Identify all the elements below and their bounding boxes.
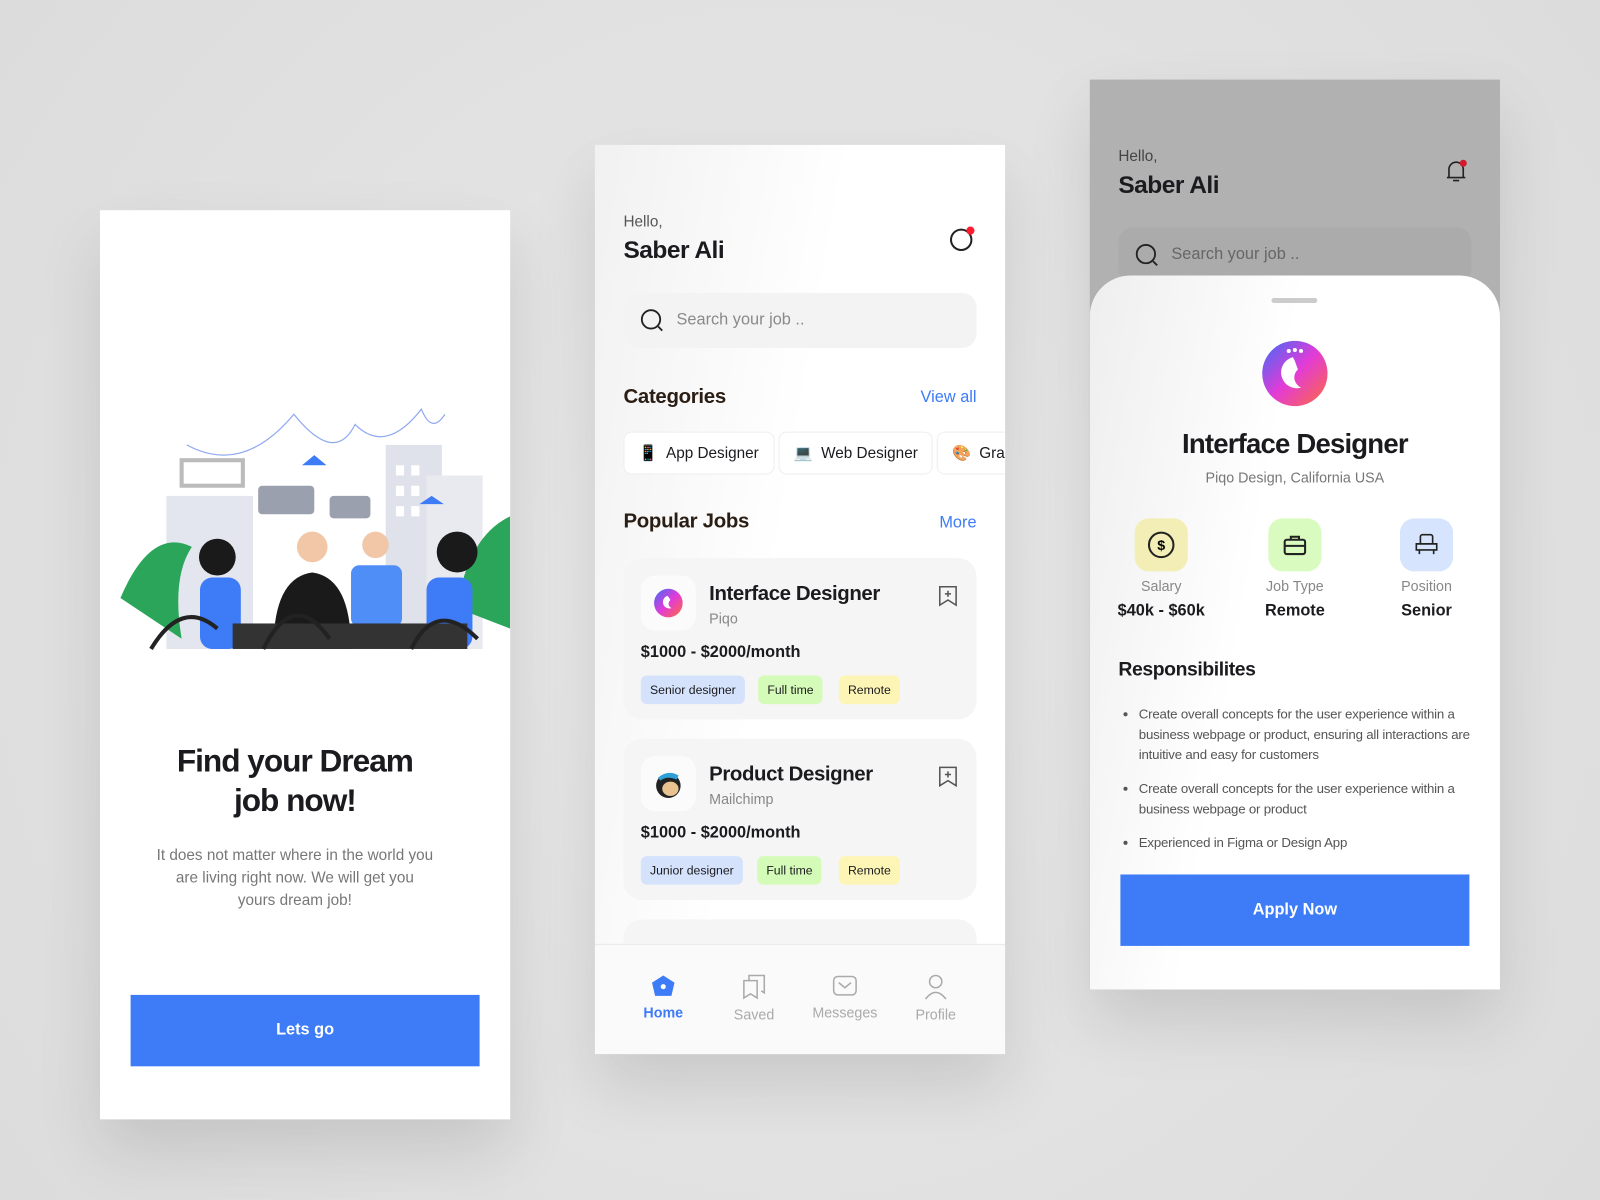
- nav-profile[interactable]: Profile: [900, 973, 971, 1022]
- job-company: Mailchimp: [709, 790, 774, 808]
- job-company-location: Piqo Design, California USA: [1205, 469, 1385, 486]
- onboarding-screen: Find your Dream job now! It does not mat…: [99, 210, 511, 1120]
- search-input[interactable]: Search your job ..: [1118, 227, 1472, 283]
- nav-saved[interactable]: Saved: [718, 973, 789, 1022]
- responsibility-item: Create overall concepts for the user exp…: [1139, 704, 1482, 765]
- mobile-phone-icon: 📱: [638, 444, 658, 463]
- category-label: App Designer: [666, 444, 759, 462]
- bookmark-add-icon[interactable]: [938, 765, 958, 788]
- search-input[interactable]: Search your job ..: [623, 292, 977, 348]
- responsibility-item: Create overall concepts for the user exp…: [1139, 779, 1482, 820]
- responsibilities-title: Responsibilites: [1118, 659, 1256, 681]
- dollar-icon: $: [1147, 531, 1175, 559]
- job-detail-sheet: Interface Designer Piqo Design, Californ…: [1089, 275, 1500, 990]
- drag-handle[interactable]: [1271, 297, 1318, 304]
- job-title: Product Designer: [709, 763, 873, 786]
- apply-now-button[interactable]: Apply Now: [1120, 874, 1470, 946]
- piqo-logo: [1262, 340, 1328, 407]
- job-card[interactable]: Interface Designer Piqo $1000 - $2000/mo…: [623, 558, 977, 720]
- category-chip[interactable]: 📱 App Designer: [623, 431, 775, 475]
- saved-icon: [743, 974, 766, 1000]
- armchair-icon: [1415, 533, 1438, 555]
- piqo-logo: [640, 575, 696, 631]
- onboarding-title-line2: job now!: [233, 782, 357, 819]
- greeting: Hello,: [623, 213, 663, 231]
- bell-icon[interactable]: [1443, 157, 1470, 186]
- lets-go-button[interactable]: Lets go: [130, 994, 480, 1067]
- user-name: Saber Ali: [1118, 171, 1220, 199]
- popular-jobs-title: Popular Jobs: [623, 510, 750, 533]
- svg-text:$: $: [1157, 538, 1165, 554]
- stat-salary: $ Salary $40k - $60k: [1100, 518, 1222, 620]
- user-name: Saber Ali: [623, 236, 725, 265]
- tag-location: Remote: [838, 675, 901, 705]
- search-placeholder: Search your job ..: [1171, 245, 1300, 264]
- search-placeholder: Search your job ..: [676, 311, 805, 329]
- home-screen: Hello, Saber Ali Search your job .. Cate…: [594, 144, 1006, 1055]
- job-card[interactable]: Product Designer Mailchimp $1000 - $2000…: [623, 738, 977, 900]
- category-chip[interactable]: 🎨 Grap: [936, 431, 1006, 475]
- search-icon: [640, 309, 663, 332]
- greeting: Hello,: [1118, 147, 1158, 166]
- nav-messages[interactable]: Messeges: [809, 973, 880, 1020]
- tag-level: Junior designer: [640, 856, 743, 885]
- stat-position: Position Senior: [1365, 518, 1487, 620]
- responsibility-item: Experienced in Figma or Design App: [1139, 833, 1482, 853]
- briefcase-icon: [1283, 535, 1307, 556]
- onboarding-body: It does not matter where in the world yo…: [156, 846, 434, 910]
- mailchimp-logo: [640, 756, 696, 812]
- palette-icon: 🎨: [952, 444, 972, 463]
- laptop-icon: 💻: [793, 444, 813, 463]
- tag-type: Full time: [757, 856, 822, 885]
- job-pay: $1000 - $2000/month: [640, 824, 801, 842]
- stat-job-type: Job Type Remote: [1234, 518, 1356, 620]
- notification-icon[interactable]: [948, 224, 979, 253]
- tag-level: Senior designer: [640, 675, 745, 705]
- tag-type: Full time: [758, 675, 823, 705]
- onboarding-title-line1: Find your Dream: [176, 742, 414, 779]
- search-icon: [1135, 243, 1158, 266]
- category-label: Grap: [979, 444, 1005, 462]
- home-icon: [652, 975, 675, 996]
- bookmark-add-icon[interactable]: [938, 585, 958, 607]
- job-title: Interface Designer: [1182, 428, 1409, 460]
- bottom-nav: Home Saved Messeges Profile: [594, 943, 1006, 1055]
- office-illustration: [120, 407, 511, 651]
- tag-location: Remote: [838, 856, 901, 885]
- more-link[interactable]: More: [939, 514, 976, 532]
- category-chip[interactable]: 💻 Web Designer: [778, 431, 934, 475]
- profile-icon: [924, 974, 947, 1000]
- job-detail-screen: Hello, Saber Ali Search your job .. Inte…: [1089, 79, 1500, 990]
- category-label: Web Designer: [821, 444, 918, 462]
- categories-title: Categories: [623, 385, 726, 409]
- job-pay: $1000 - $2000/month: [640, 643, 801, 662]
- nav-home[interactable]: Home: [628, 973, 699, 1020]
- view-all-link[interactable]: View all: [921, 389, 977, 407]
- mail-icon: [832, 975, 857, 996]
- responsibilities-list: Create overall concepts for the user exp…: [1139, 704, 1482, 866]
- job-title: Interface Designer: [709, 582, 880, 606]
- job-company: Piqo: [709, 610, 738, 627]
